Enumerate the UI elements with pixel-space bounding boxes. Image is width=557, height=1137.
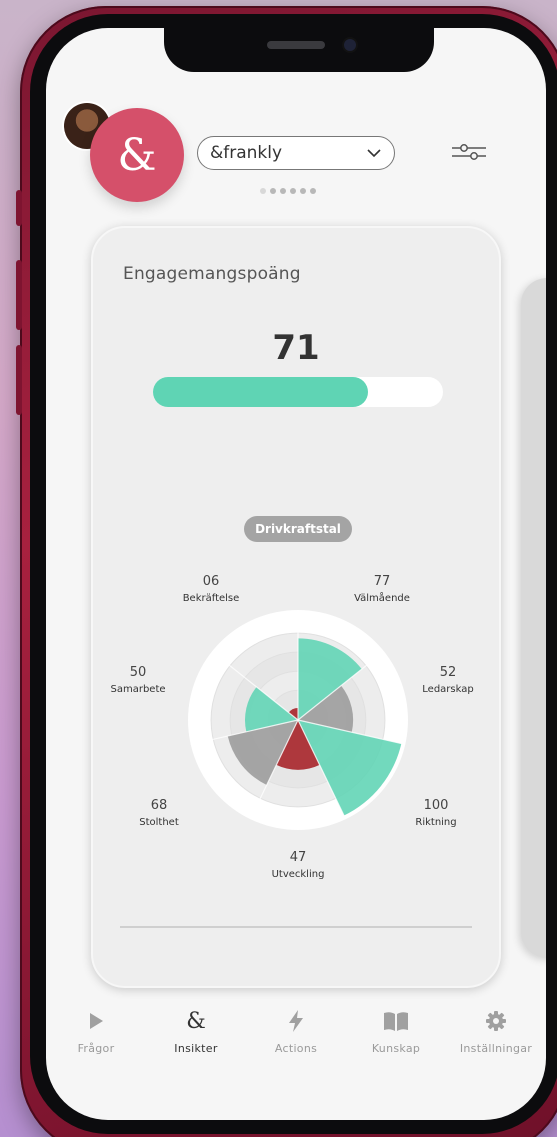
radar-label-riktning: 100 Riktning (381, 798, 491, 828)
nav-label: Inställningar (459, 1042, 533, 1055)
page-dot[interactable] (290, 188, 296, 194)
ampersand-icon: & (186, 1008, 206, 1034)
page-indicator (260, 188, 316, 194)
page-dot[interactable] (270, 188, 276, 194)
nav-label: Actions (274, 1042, 318, 1055)
radar-label-samarbete: 50 Samarbete (83, 665, 193, 695)
notch (164, 28, 434, 72)
radar-name: Ledarskap (422, 684, 474, 695)
radar-label-bekraftelse: 06 Bekräftelse (156, 574, 266, 604)
engagement-progress-fill (153, 377, 368, 407)
engagement-card: Engagemangspoäng 71 Drivkraftstal 06 Bek… (91, 226, 501, 988)
radar-name: Samarbete (110, 684, 166, 695)
filter-sliders-icon[interactable] (450, 140, 488, 164)
page-dot[interactable] (300, 188, 306, 194)
organization-select-value: &frankly (210, 143, 283, 163)
engagement-progress-bar (153, 377, 443, 407)
chevron-down-icon (366, 145, 382, 161)
nav-item-installningar[interactable]: Inställningar (446, 1006, 546, 1055)
side-button (16, 345, 22, 415)
radar-value: 50 (129, 665, 147, 680)
bolt-icon (246, 1006, 346, 1036)
driver-radar-chart (188, 610, 408, 830)
brand-logo: & (90, 108, 184, 202)
radar-name: Stolthet (139, 817, 179, 828)
speaker-grille (267, 41, 325, 49)
radar-label-utveckling: 47 Utveckling (243, 850, 353, 880)
next-card-peek[interactable] (521, 278, 546, 958)
play-icon (46, 1006, 146, 1036)
radar-value: 06 (202, 574, 220, 589)
bottom-nav: Frågor & Insikter Actions Kunskap Instäl… (46, 1006, 546, 1076)
nav-item-insikter[interactable]: & Insikter (146, 1006, 246, 1056)
radar-value: 52 (439, 665, 457, 680)
nav-label: Frågor (77, 1042, 115, 1055)
radar-label-ledarskap: 52 Ledarskap (393, 665, 503, 695)
app-screen: & &frankly Engagemangspoäng 71 Drivkraft… (46, 28, 546, 1120)
side-button (16, 260, 22, 330)
page-dot[interactable] (280, 188, 286, 194)
nav-item-kunskap[interactable]: Kunskap (346, 1006, 446, 1055)
radar-value: 47 (289, 850, 307, 865)
brand-glyph: & (117, 129, 157, 181)
radar-label-valmaende: 77 Välmående (327, 574, 437, 604)
card-divider (120, 926, 472, 928)
side-button (16, 190, 22, 226)
book-icon (346, 1006, 446, 1036)
radar-value: 100 (423, 798, 449, 813)
organization-select[interactable]: &frankly (197, 136, 395, 170)
radar-value: 68 (150, 798, 168, 813)
nav-item-fragor[interactable]: Frågor (46, 1006, 146, 1055)
card-title: Engagemangspoäng (123, 264, 301, 284)
radar-name: Riktning (415, 817, 457, 828)
radar-value: 77 (373, 574, 391, 589)
radar-name: Utveckling (271, 869, 325, 880)
camera (344, 39, 356, 51)
radar-name: Välmående (354, 593, 410, 604)
page-dot[interactable] (260, 188, 266, 194)
engagement-score: 71 (272, 328, 320, 368)
radar-label-stolthet: 68 Stolthet (104, 798, 214, 828)
nav-label: Kunskap (371, 1042, 421, 1055)
gear-icon (446, 1006, 546, 1036)
page-dot[interactable] (310, 188, 316, 194)
nav-label: Insikter (174, 1042, 218, 1055)
drivkraftstal-badge: Drivkraftstal (244, 516, 352, 542)
nav-item-actions[interactable]: Actions (246, 1006, 346, 1055)
radar-name: Bekräftelse (182, 593, 240, 604)
